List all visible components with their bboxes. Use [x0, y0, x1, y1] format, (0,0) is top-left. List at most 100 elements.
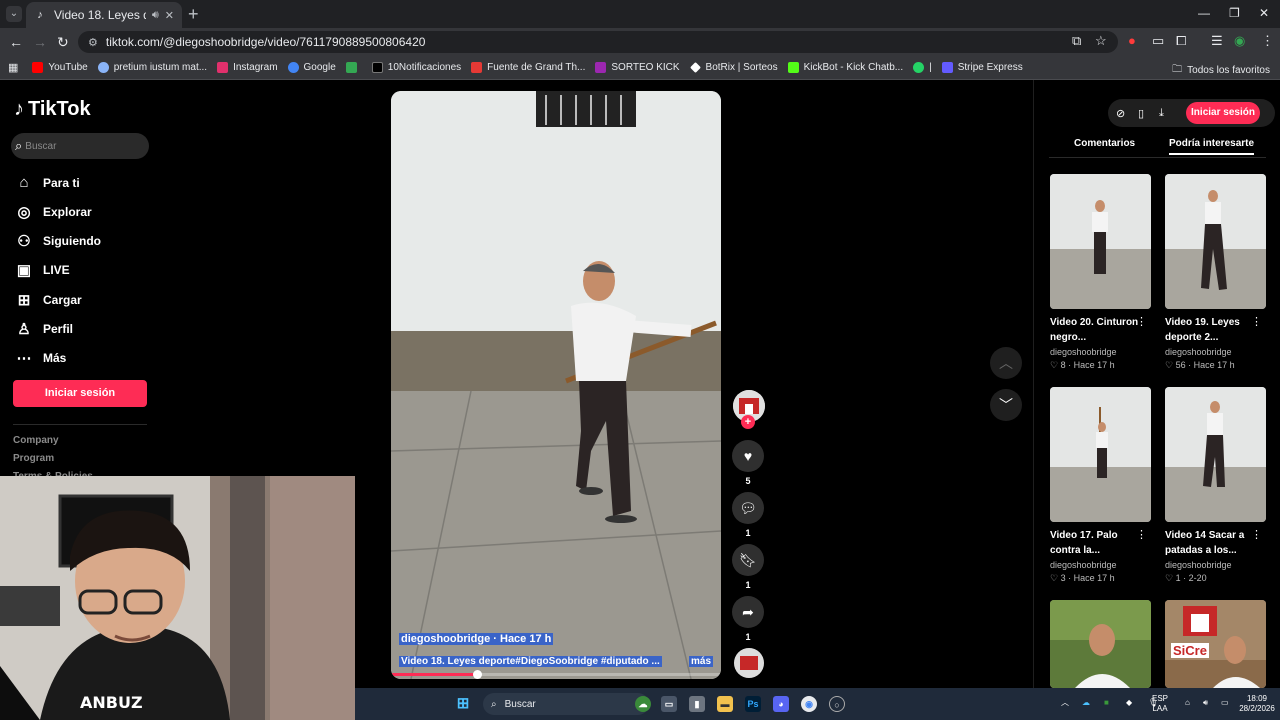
audio-playing-icon[interactable]: 🔊︎	[152, 9, 159, 22]
tray-security-icon[interactable]: ■	[1104, 698, 1109, 708]
tray-onedrive-icon[interactable]: ☁	[1082, 698, 1090, 708]
tray-chevron-icon[interactable]: ︿	[1061, 698, 1069, 708]
browser-menu-icon[interactable]: ⋮	[1261, 33, 1274, 49]
forward-icon[interactable]: →	[33, 34, 47, 50]
minimize-icon[interactable]: —	[1198, 6, 1210, 20]
nav-siguiendo[interactable]: ⚇ Siguiendo	[15, 232, 101, 250]
card-title: Video 19. Leyes deporte 2...	[1165, 317, 1240, 343]
nav-live[interactable]: ▣ LIVE	[15, 261, 70, 279]
progress-knob[interactable]	[472, 670, 482, 679]
device-icon[interactable]: ▯	[1138, 107, 1144, 120]
discord-icon[interactable]: ◕	[773, 696, 789, 712]
tab-close-icon[interactable]: ✕	[165, 9, 174, 22]
profile-avatar-icon[interactable]: ◉	[1234, 33, 1245, 49]
browser-tab[interactable]: ♪ Video 18. Leyes deporte #D 🔊︎ ✕	[26, 2, 182, 28]
all-bookmarks[interactable]: 🗀 Todos los favoritos	[1172, 62, 1270, 79]
nav-mas[interactable]: ⋯ Más	[15, 349, 67, 367]
app-icon[interactable]: ▮	[689, 696, 705, 712]
app-circle-icon[interactable]: ○	[829, 696, 845, 712]
bookmark-google[interactable]: Google	[287, 62, 336, 73]
back-icon[interactable]: ←	[9, 34, 23, 50]
search-input[interactable]: ⌕ Buscar	[11, 133, 149, 159]
comment-button[interactable]: 💬︎	[732, 492, 764, 524]
file-explorer-icon[interactable]: ▬	[717, 696, 733, 712]
footer-program[interactable]: Program	[13, 453, 54, 464]
recommended-card[interactable]: Video 19. Leyes deporte 2... diegoshoobri…	[1165, 174, 1266, 371]
bookmark-star-icon[interactable]: ☆	[1095, 33, 1107, 49]
nav-explorar[interactable]: ◎ Explorar	[15, 203, 91, 221]
video-more-link[interactable]: más	[689, 656, 714, 667]
recommended-card[interactable]: SiCre	[1165, 600, 1266, 688]
tab-comentarios[interactable]: Comentarios	[1074, 138, 1135, 149]
extension-red-icon[interactable]: ●	[1128, 33, 1136, 48]
footer-company[interactable]: Company	[13, 435, 59, 446]
bookmark-10notificaciones[interactable]: 10Notificaciones	[371, 62, 461, 73]
panel-login-button[interactable]: Iniciar sesión	[1186, 102, 1260, 124]
nav-cargar[interactable]: ⊞ Cargar	[15, 291, 82, 309]
recommended-card[interactable]: Video 17. Palo contra la... diegoshoobrid…	[1050, 387, 1151, 584]
card-more-icon[interactable]: ⋮	[1251, 528, 1262, 541]
video-progress-bar[interactable]	[391, 670, 721, 679]
follow-plus-icon[interactable]: +	[741, 415, 755, 429]
windows-start-icon[interactable]: ⊞	[455, 696, 471, 712]
tray-volume-icon[interactable]: 🔊︎	[1203, 698, 1208, 708]
globe-icon	[97, 62, 109, 73]
coin-icon[interactable]: ⊘	[1116, 107, 1125, 120]
new-tab-button[interactable]: +	[188, 4, 199, 24]
bookmark-instagram[interactable]: Instagram	[217, 62, 278, 73]
recommended-card[interactable]: Video 20. Cinturon negro... diegoshoobrid…	[1050, 174, 1151, 371]
tab-search-icon[interactable]: ⌄	[6, 6, 22, 22]
task-view-icon[interactable]: ▭	[661, 696, 677, 712]
tab-title: Video 18. Leyes deporte #D	[54, 8, 146, 22]
tray-battery-icon[interactable]: ▭	[1221, 698, 1229, 708]
bookmark-botrix[interactable]: BotRix | Sorteos	[689, 62, 778, 73]
next-video-button[interactable]: ﹀	[990, 389, 1022, 421]
video-author[interactable]: diegoshoobridge · Hace 17 h	[399, 633, 554, 645]
bookmark-fuente-gta[interactable]: Fuente de Grand Th...	[471, 62, 585, 73]
recommended-card[interactable]: Video 14 Sacar a patadas a los... diegosh…	[1165, 387, 1266, 584]
download-icon[interactable]: ⤓	[1159, 107, 1164, 120]
address-bar[interactable]: ⚙ tiktok.com/@diegoshoobridge/video/7611…	[78, 31, 1118, 53]
bookmark-stripe[interactable]: Stripe Express	[941, 62, 1023, 73]
previous-video-button[interactable]: ︿	[990, 347, 1022, 379]
close-window-icon[interactable]: ✕	[1259, 6, 1269, 20]
photoshop-icon[interactable]: Ps	[745, 696, 761, 712]
extension-icon[interactable]: ▭	[1152, 33, 1164, 49]
share-button[interactable]: ➦	[732, 596, 764, 628]
bookmark-whatsapp[interactable]: |	[913, 62, 932, 73]
card-more-icon[interactable]: ⋮	[1136, 528, 1147, 541]
music-disc[interactable]	[734, 648, 764, 678]
card-more-icon[interactable]: ⋮	[1136, 315, 1147, 328]
sidebar-login-button[interactable]: Iniciar sesión	[13, 380, 147, 407]
site-info-icon[interactable]: ⚙	[88, 36, 98, 49]
recommended-card[interactable]	[1050, 600, 1151, 688]
reload-icon[interactable]: ↻	[57, 34, 69, 50]
reading-list-icon[interactable]: ☰	[1211, 33, 1223, 49]
tray-app-icon[interactable]: ◆	[1126, 698, 1132, 708]
tab-podria-interesarte[interactable]: Podría interesarte	[1169, 138, 1255, 155]
apps-grid-icon[interactable]: ▦	[8, 61, 18, 74]
bookmark-pretium[interactable]: pretium iustum mat...	[97, 62, 207, 73]
extensions-puzzle-icon[interactable]: ⧠	[1176, 33, 1186, 49]
live-icon: ▣	[16, 262, 32, 279]
chevron-down-icon: ﹀	[999, 397, 1013, 413]
taskbar-search[interactable]: ⌕ Buscar	[483, 693, 649, 715]
bookmark-sorteo-kick[interactable]: SORTEO KICK	[595, 62, 680, 73]
card-title: Video 17. Palo contra la...	[1050, 530, 1118, 556]
tiktok-logo[interactable]: ♪ TikTok	[14, 98, 91, 121]
nav-perfil[interactable]: ♙ Perfil	[15, 320, 73, 338]
card-more-icon[interactable]: ⋮	[1251, 315, 1262, 328]
like-button[interactable]: ♥	[732, 440, 764, 472]
clock[interactable]: 18:09 28/2/2026	[1235, 694, 1279, 714]
chrome-icon[interactable]: ◉	[801, 696, 817, 712]
bookmark-kickbot[interactable]: KickBot - Kick Chatb...	[787, 62, 903, 73]
install-app-icon[interactable]: ⧉	[1072, 33, 1081, 49]
bookmark-youtube[interactable]: YouTube	[32, 62, 88, 73]
language-indicator[interactable]: ESP LAA	[1150, 694, 1170, 714]
video-player[interactable]: diegoshoobridge · Hace 17 h Video 18. Le…	[391, 91, 721, 679]
tray-network-icon[interactable]: ⌂	[1185, 698, 1190, 708]
restore-icon[interactable]: ❐	[1229, 6, 1240, 20]
save-button[interactable]: 🔖︎	[732, 544, 764, 576]
bookmark-unnamed[interactable]	[345, 62, 362, 73]
nav-para-ti[interactable]: ⌂ Para ti	[15, 174, 79, 191]
